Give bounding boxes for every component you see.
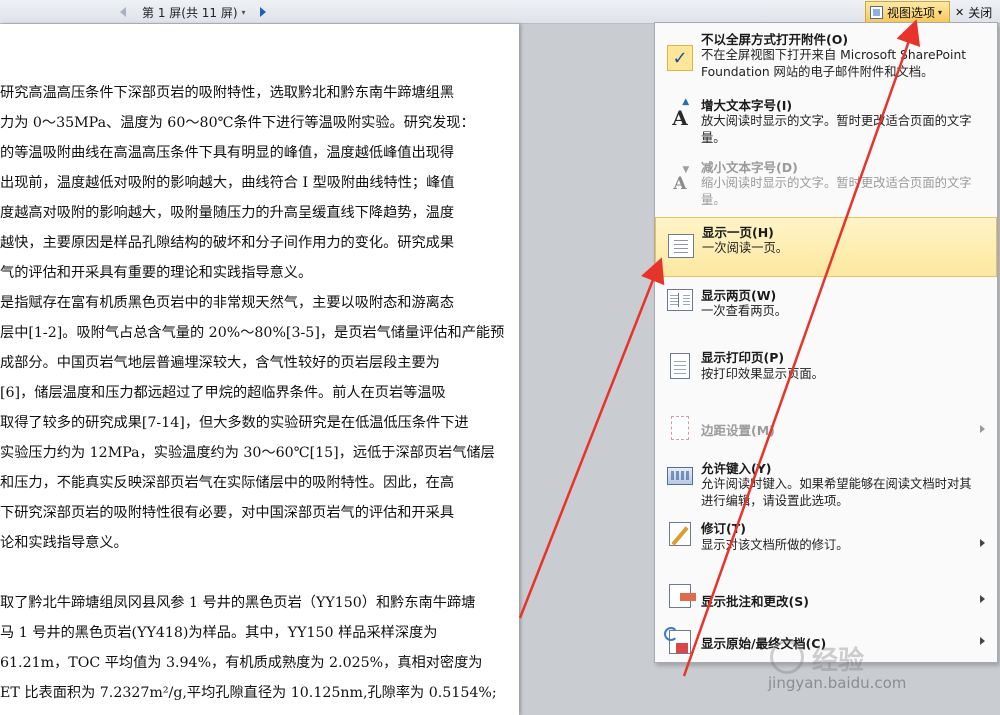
arrow-to-view-options [682, 19, 921, 677]
arrow-to-single-page [518, 257, 665, 619]
annotation-arrows [518, 19, 921, 677]
